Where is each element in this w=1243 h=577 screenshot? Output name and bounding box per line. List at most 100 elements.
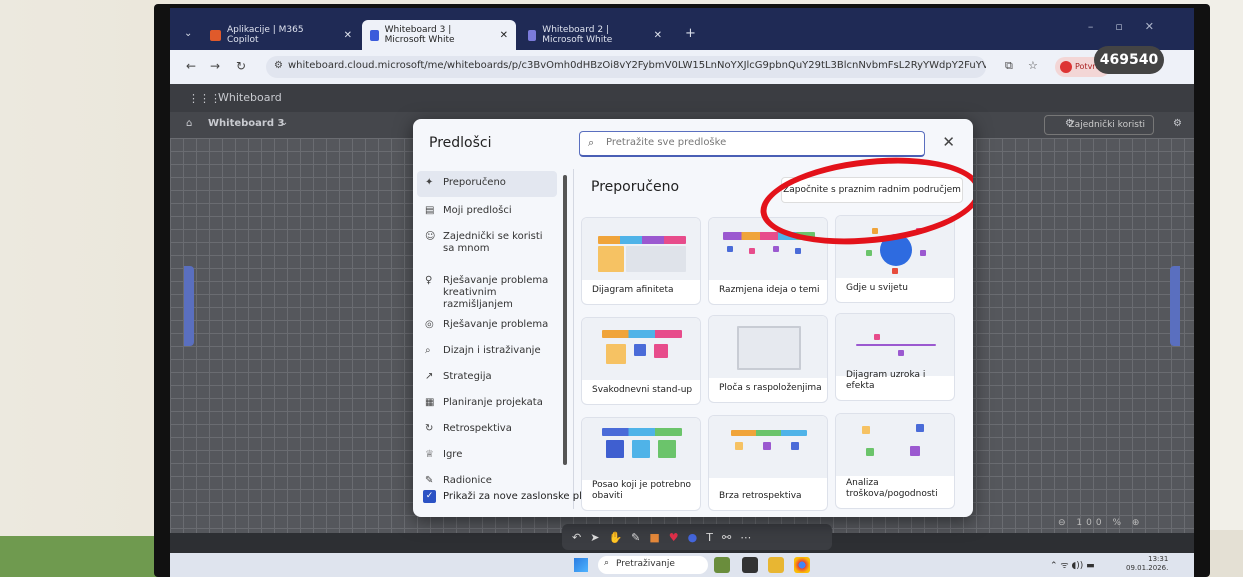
tab-label: Whiteboard 2 | Microsoft White bbox=[542, 25, 613, 45]
template-thumbnail bbox=[709, 416, 827, 478]
more-tools-icon[interactable]: ⋯ bbox=[740, 531, 751, 544]
cast-icon[interactable]: ⧉ bbox=[1005, 59, 1013, 73]
url-text: whiteboard.cloud.microsoft/me/whiteboard… bbox=[288, 60, 986, 71]
close-tab-icon[interactable]: ✕ bbox=[344, 30, 352, 41]
zoom-control[interactable]: ⊖ 100 % ⊕ bbox=[1058, 518, 1143, 528]
select-arrow-icon[interactable]: ➤ bbox=[590, 531, 599, 544]
sparkle-icon: ✦ bbox=[425, 177, 434, 188]
link-icon[interactable]: ⚯ bbox=[722, 531, 731, 544]
pen-icon: ✎ bbox=[425, 475, 434, 486]
heart-reaction-icon[interactable]: ♥ bbox=[669, 531, 679, 544]
site-info-icon[interactable]: ⚙ bbox=[274, 60, 283, 71]
nav-item-strategy[interactable]: ↗ Strategija bbox=[417, 365, 557, 391]
widget-icon[interactable] bbox=[714, 557, 730, 573]
dialog-title: Predlošci bbox=[429, 135, 492, 151]
close-tab-icon[interactable]: ✕ bbox=[654, 30, 662, 41]
task-view-icon[interactable] bbox=[742, 557, 758, 573]
template-label: Svakodnevni stand-up bbox=[592, 385, 693, 395]
chart-icon: ↗ bbox=[425, 371, 434, 382]
url-field[interactable]: ⚙ whiteboard.cloud.microsoft/me/whiteboa… bbox=[266, 56, 986, 78]
nav-scrollbar[interactable] bbox=[563, 175, 567, 465]
puzzle-icon: ◎ bbox=[425, 319, 434, 330]
nav-item-retrospective[interactable]: ↻ Retrospektiva bbox=[417, 417, 557, 443]
search-icon: ⌕ bbox=[604, 558, 610, 568]
template-card-jobs-to-be-done[interactable]: Posao koji je potrebno obaviti bbox=[581, 417, 701, 511]
template-thumbnail bbox=[709, 316, 827, 378]
template-label: Brza retrospektiva bbox=[719, 491, 802, 501]
template-thumbnail bbox=[582, 218, 700, 280]
template-thumbnail bbox=[582, 318, 700, 380]
template-search-input[interactable]: ⌕ Pretražite sve predloške bbox=[579, 131, 925, 157]
lightbulb-icon: ♀ bbox=[425, 275, 433, 286]
tab-label: Whiteboard 3 | Microsoft White bbox=[384, 25, 455, 45]
whiteboard-icon bbox=[528, 29, 537, 41]
template-label: Dijagram uzroka i efekta bbox=[846, 370, 926, 391]
nav-item-games[interactable]: ♕ Igre bbox=[417, 443, 557, 469]
search-icon: ⌕ bbox=[588, 136, 595, 149]
nav-item-creative-problem-solving[interactable]: ♀ Rješavanje problema kreativnim razmišlj… bbox=[417, 269, 557, 310]
file-explorer-icon[interactable] bbox=[768, 557, 784, 573]
template-label: Posao koji je potrebno obaviti bbox=[592, 480, 692, 501]
left-panel-handle[interactable] bbox=[184, 266, 194, 346]
dialog-divider bbox=[573, 169, 574, 509]
nav-item-my-templates[interactable]: ▤ Moji predlošci bbox=[417, 199, 557, 225]
home-icon[interactable]: ⌂ bbox=[186, 118, 192, 129]
shapes-icon[interactable]: ● bbox=[688, 531, 698, 544]
template-label: Ploča s raspoloženjima bbox=[719, 383, 822, 393]
nav-item-shared-with-me[interactable]: ☺ Zajednički se koristi sa mnom bbox=[417, 225, 557, 263]
template-category-nav: ✦ Preporučeno ▤ Moji predlošci ☺ Zajednički… bbox=[417, 169, 561, 489]
template-label: Dijagram afiniteta bbox=[592, 285, 674, 295]
template-card-affinity-diagram[interactable]: Dijagram afiniteta bbox=[581, 217, 701, 305]
wall-stripe bbox=[0, 536, 160, 577]
board-title[interactable]: Whiteboard 3 bbox=[208, 118, 284, 129]
windows-taskbar: ⌕ Pretraživanje ⌃ ᯤ ◖)) ▬ 13:31 09.01.20… bbox=[170, 553, 1194, 577]
template-card-cost-benefit[interactable]: Analiza troškova/pogodnosti bbox=[835, 413, 955, 509]
text-icon[interactable]: T bbox=[706, 531, 713, 544]
template-card-cause-effect[interactable]: Dijagram uzroka i efekta bbox=[835, 313, 955, 401]
right-panel-handle[interactable] bbox=[1170, 266, 1180, 346]
chevron-down-icon[interactable]: ⌄ bbox=[280, 117, 288, 128]
chrome-icon[interactable] bbox=[794, 557, 810, 573]
reload-icon[interactable]: ↻ bbox=[236, 59, 246, 73]
template-label: Gdje u svijetu bbox=[846, 283, 908, 293]
new-tab-plus-icon[interactable]: + bbox=[685, 26, 696, 41]
template-label: Analiza troškova/pogodnosti bbox=[846, 478, 938, 499]
undo-icon[interactable]: ↶ bbox=[572, 531, 581, 544]
show-on-new-boards-checkbox[interactable]: ✓ Prikaži za nove zaslonske ploče bbox=[423, 490, 600, 503]
system-tray[interactable]: ⌃ ᯤ ◖)) ▬ bbox=[1050, 558, 1095, 571]
tab-whiteboard-3[interactable]: Whiteboard 3 | Microsoft White ✕ bbox=[362, 20, 516, 50]
nav-item-project-planning[interactable]: ▦ Planiranje projekata bbox=[417, 391, 557, 417]
close-tab-icon[interactable]: ✕ bbox=[500, 30, 508, 41]
window-controls[interactable]: –▫✕ bbox=[1088, 20, 1176, 33]
taskbar-clock[interactable]: 13:31 09.01.2026. bbox=[1126, 555, 1168, 573]
windows-start-icon[interactable] bbox=[574, 558, 588, 572]
address-bar-row: ← → ↻ ⚙ whiteboard.cloud.microsoft/me/wh… bbox=[170, 50, 1194, 84]
tab-label: Aplikacije | M365 Copilot bbox=[226, 25, 304, 45]
forward-arrow-icon[interactable]: → bbox=[210, 59, 220, 73]
tab-list-chevron-icon[interactable]: ⌄ bbox=[184, 28, 192, 39]
back-arrow-icon[interactable]: ← bbox=[186, 59, 196, 73]
people-icon: ☺ bbox=[425, 231, 436, 242]
highlighter-icon[interactable]: ■ bbox=[649, 531, 659, 544]
more-settings-icon[interactable]: ⚙ bbox=[1173, 118, 1182, 129]
nav-item-problem-solving[interactable]: ◎ Rješavanje problema bbox=[417, 313, 557, 339]
template-card-daily-standup[interactable]: Svakodnevni stand-up bbox=[581, 317, 701, 405]
magnifier-icon: ⌕ bbox=[425, 345, 431, 356]
calendar-icon: ▦ bbox=[425, 397, 435, 408]
whiteboard-app-bar: ⋮⋮⋮ Whiteboard bbox=[170, 84, 1194, 112]
template-card-mood-board[interactable]: Ploča s raspoloženjima bbox=[708, 315, 828, 403]
tab-whiteboard-2[interactable]: Whiteboard 2 | Microsoft White ✕ bbox=[520, 20, 670, 50]
trophy-icon: ♕ bbox=[425, 449, 434, 460]
template-card-quick-retro[interactable]: Brza retrospektiva bbox=[708, 415, 828, 511]
bookmark-star-icon[interactable]: ☆ bbox=[1028, 59, 1038, 72]
app-launcher-icon[interactable]: ⋮⋮⋮ bbox=[188, 92, 221, 105]
pen-icon[interactable]: ✎ bbox=[631, 531, 640, 544]
overlay-code-badge: 469540 bbox=[1094, 46, 1164, 74]
taskbar-search[interactable]: ⌕ Pretraživanje bbox=[598, 556, 708, 574]
share-button[interactable]: Zajednički koristi bbox=[1043, 115, 1154, 135]
nav-item-design-research[interactable]: ⌕ Dizajn i istraživanje bbox=[417, 339, 557, 365]
hand-icon[interactable]: ✋ bbox=[608, 531, 622, 544]
nav-item-recommended[interactable]: ✦ Preporučeno bbox=[417, 171, 557, 197]
tab-m365-copilot[interactable]: Aplikacije | M365 Copilot ✕ bbox=[202, 20, 360, 50]
close-icon[interactable]: ✕ bbox=[942, 133, 955, 151]
